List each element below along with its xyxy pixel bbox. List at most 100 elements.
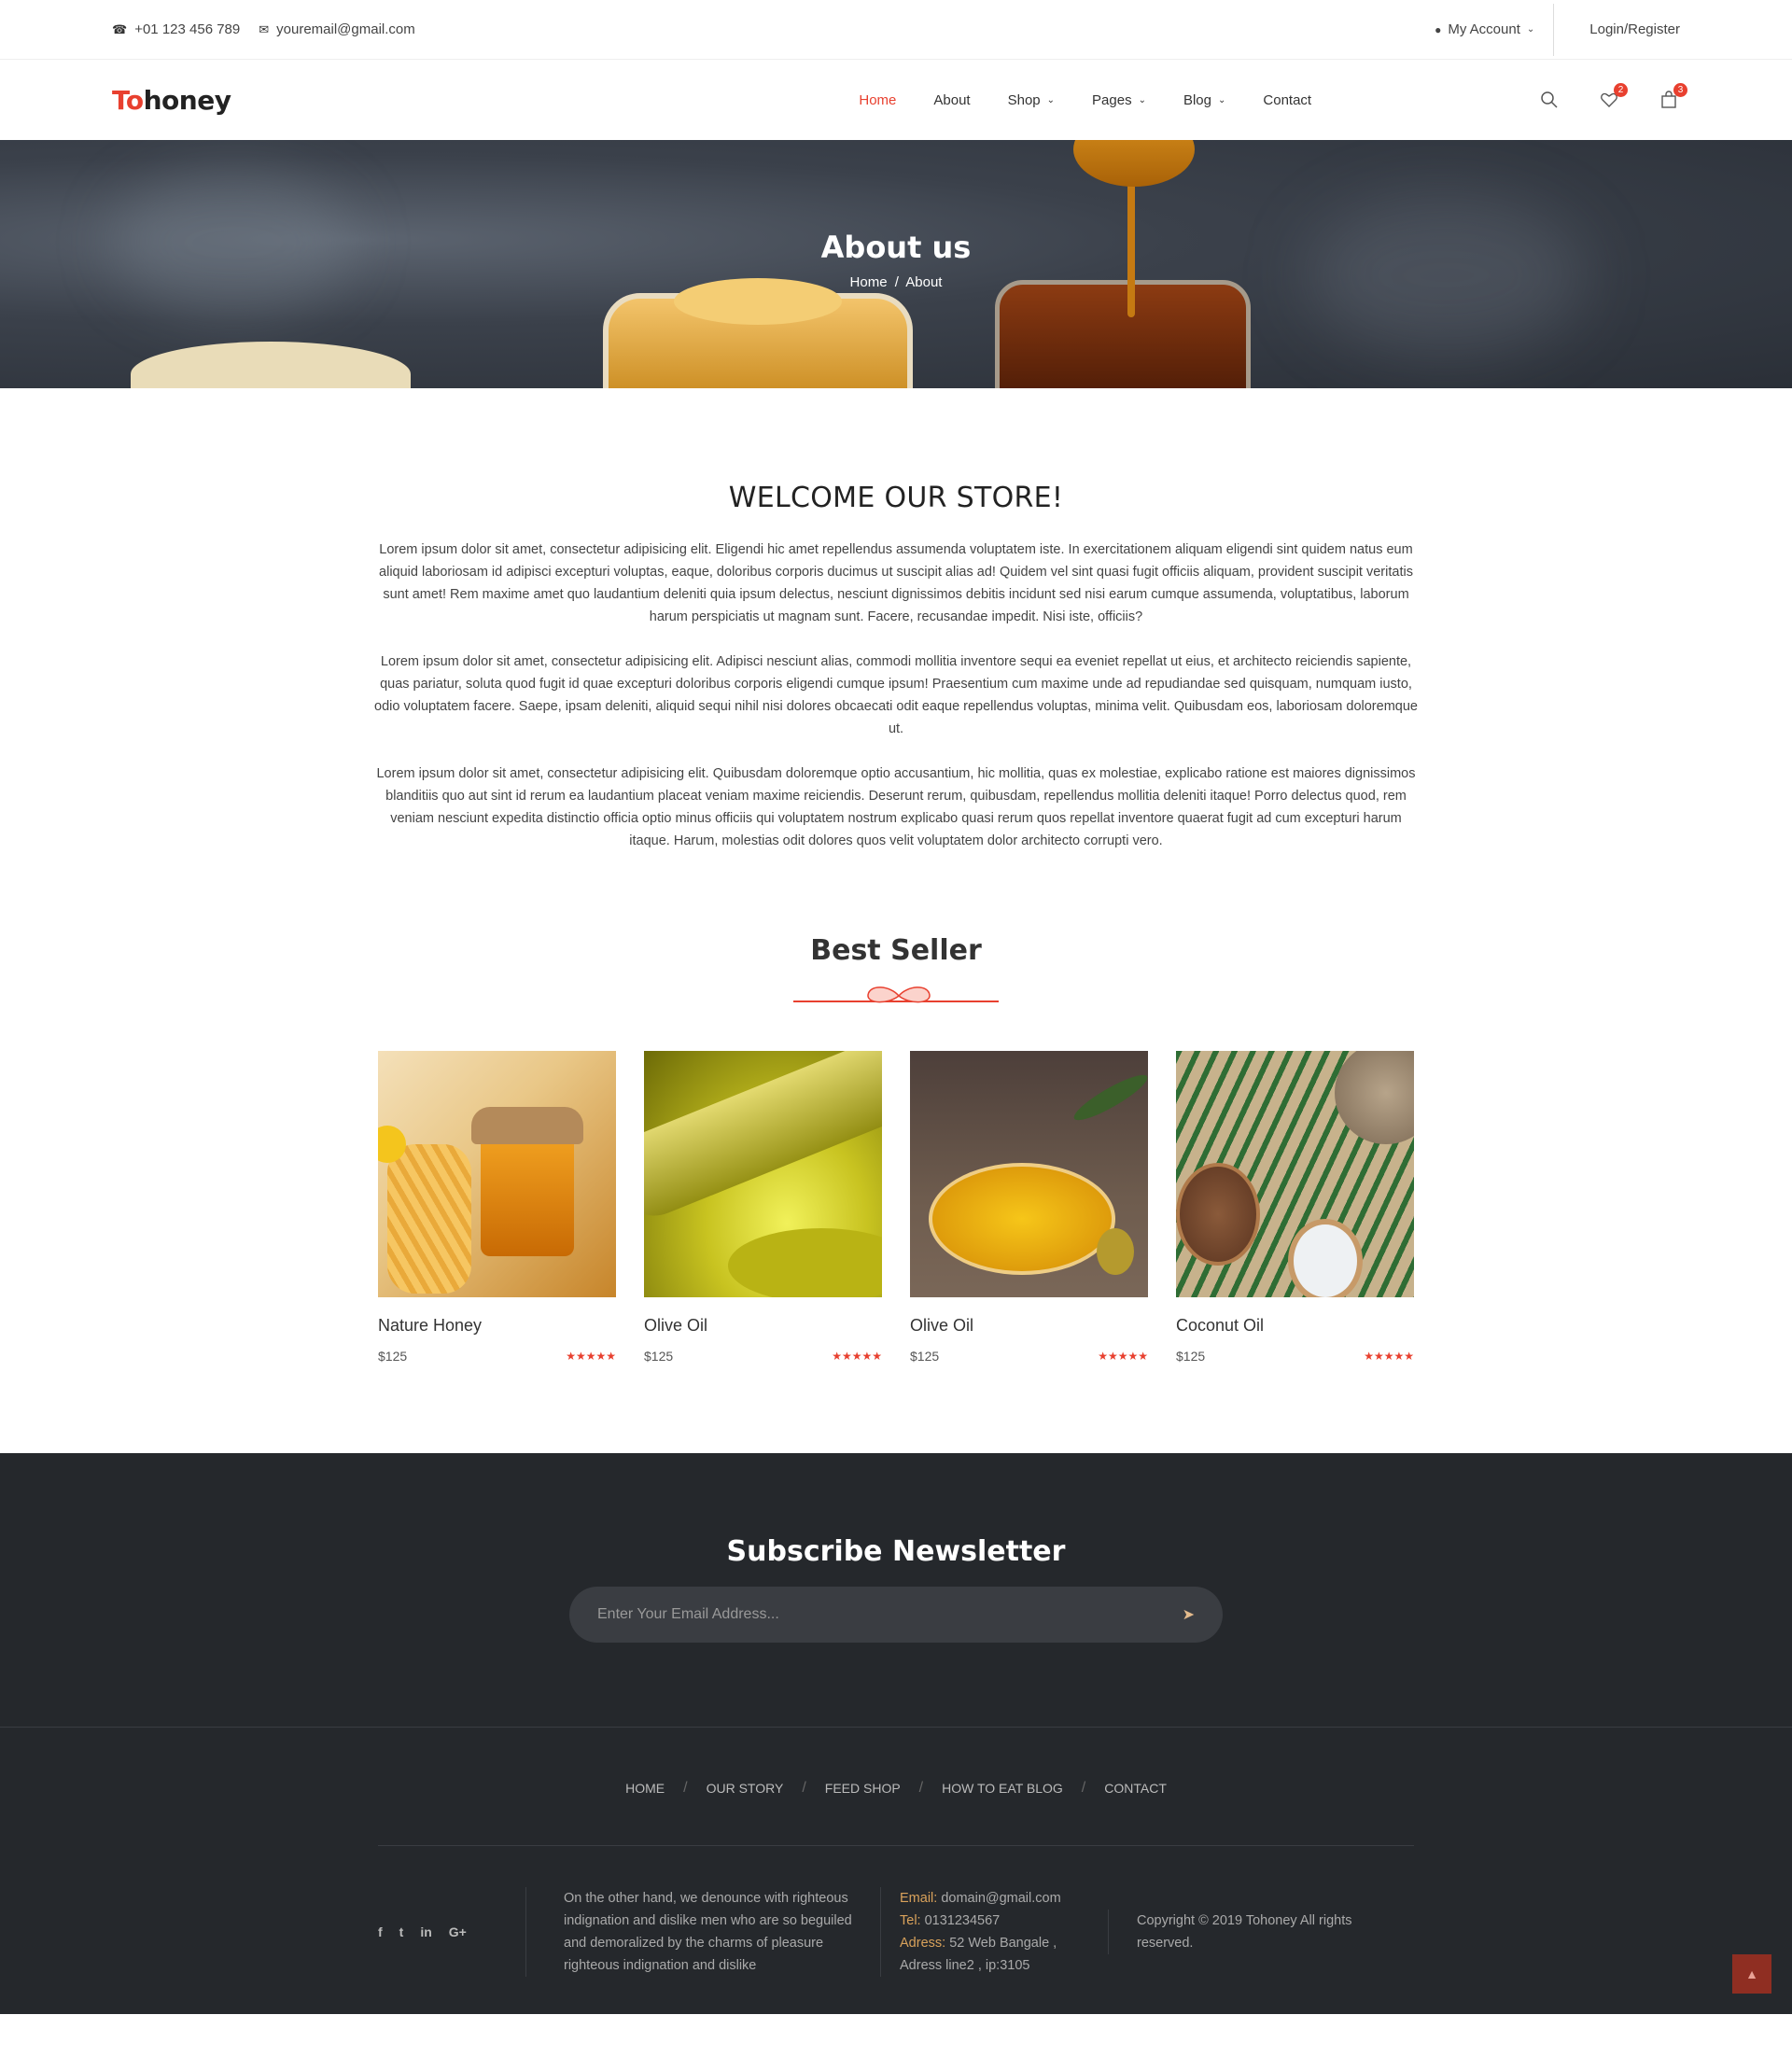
product-grid: Nature Honey $125 ★★★★★ Olive Oil $125 ★… [378,1051,1414,1364]
search-button[interactable] [1538,89,1561,111]
breadcrumb-home[interactable]: Home [850,274,888,290]
product-image[interactable] [910,1051,1148,1297]
product-name[interactable]: Olive Oil [910,1316,1148,1336]
topbar-email: ✉ youremail@gmail.com [259,21,415,37]
footer-nav-home[interactable]: HOME [625,1781,665,1796]
footer-nav-our-story[interactable]: OUR STORY [707,1781,784,1796]
product-price: $125 [644,1349,674,1364]
honey-jar-image [603,278,913,388]
scroll-to-top-button[interactable]: ▲ [1732,1954,1771,1994]
chevron-down-icon: ⌄ [1526,24,1535,35]
email-text: youremail@gmail.com [276,21,415,37]
product-card[interactable]: Olive Oil $125 ★★★★★ [910,1051,1148,1364]
nav-about[interactable]: About [933,92,970,108]
footer-contact: Email: domain@gmail.com Tel: 0131234567 … [880,1887,1108,1977]
footer: HOME / OUR STORY / FEED SHOP / HOW TO EA… [0,1727,1792,2014]
rating-stars-icon: ★★★★★ [1364,1350,1414,1363]
main-nav: Home About Shop ⌄ Pages ⌄ Blog ⌄ Contact [840,92,1330,108]
product-price: $125 [910,1349,940,1364]
linkedin-icon[interactable]: in [420,1924,431,1939]
facebook-icon[interactable]: f [378,1924,383,1939]
logo-part-to: To [112,84,144,116]
bow-ornament-icon [867,987,931,1003]
nav-shop[interactable]: Shop ⌄ [1008,92,1055,108]
send-paper-plane-icon[interactable]: ➤ [1183,1605,1195,1624]
wishlist-button[interactable]: 2 [1598,83,1628,111]
product-name[interactable]: Coconut Oil [1176,1316,1414,1336]
footer-nav-contact[interactable]: CONTACT [1104,1781,1167,1796]
footer-nav-how-to-eat-blog[interactable]: HOW TO EAT BLOG [942,1781,1063,1796]
section-divider [793,978,999,1006]
rating-stars-icon: ★★★★★ [566,1350,616,1363]
product-image[interactable] [1176,1051,1414,1297]
nav-blog[interactable]: Blog ⌄ [1183,92,1225,108]
product-card[interactable]: Nature Honey $125 ★★★★★ [378,1051,616,1364]
page-hero-banner: About us Home / About [0,140,1792,388]
nav-pages-label: Pages [1092,91,1132,108]
my-account-label: My Account [1448,21,1520,37]
tel-label: Tel: [900,1913,921,1928]
welcome-paragraph: Lorem ipsum dolor sit amet, consectetur … [379,542,1413,624]
social-links: f t in G+ [378,1924,525,1939]
chevron-down-icon: ⌄ [1218,94,1226,105]
product-price: $125 [378,1349,408,1364]
footer-divider [378,1845,1414,1846]
main-header: Tohoney Home About Shop ⌄ Pages ⌄ Blog ⌄ Co… [0,60,1792,140]
logo[interactable]: Tohoney [112,85,231,116]
product-price: $125 [1176,1349,1206,1364]
welcome-title: WELCOME OUR STORE! [728,482,1064,514]
envelope-icon: ✉ [259,21,270,36]
my-account-dropdown[interactable]: ● My Account ⌄ [1435,3,1555,56]
nav-home-label: Home [859,91,897,108]
phone-text: +01 123 456 789 [134,21,241,37]
twitter-icon[interactable]: t [399,1924,404,1939]
email-label: Email: [900,1891,938,1906]
honey-dipper-image [1073,140,1195,187]
page-title: About us [820,230,972,265]
rating-stars-icon: ★★★★★ [832,1350,882,1363]
honeycomb-image [131,342,411,388]
product-card[interactable]: Coconut Oil $125 ★★★★★ [1176,1051,1414,1364]
footer-email[interactable]: domain@gmail.com [941,1891,1060,1906]
newsletter-email-input[interactable] [597,1606,1120,1623]
nav-pages[interactable]: Pages ⌄ [1092,92,1146,108]
welcome-paragraph: Lorem ipsum dolor sit amet, consectetur … [374,654,1418,736]
product-card[interactable]: Olive Oil $125 ★★★★★ [644,1051,882,1364]
arrow-up-icon: ▲ [1745,1966,1758,1981]
login-register-link[interactable]: Login/Register [1554,21,1680,37]
welcome-paragraph: Lorem ipsum dolor sit amet, consectetur … [376,766,1416,848]
footer-nav: HOME / OUR STORY / FEED SHOP / HOW TO EA… [625,1780,1167,1796]
product-image[interactable] [644,1051,882,1297]
product-name[interactable]: Olive Oil [644,1316,882,1336]
address-label: Adress: [900,1936,946,1951]
nav-blog-label: Blog [1183,91,1211,108]
topbar-phone: ☎ +01 123 456 789 [112,21,240,37]
nav-contact[interactable]: Contact [1263,92,1311,108]
best-seller-title: Best Seller [810,934,982,967]
chevron-down-icon: ⌄ [1138,94,1146,105]
nav-about-label: About [933,91,971,108]
product-image[interactable] [378,1051,616,1297]
breadcrumb: Home / About [0,274,1792,290]
breadcrumb-current: About [905,274,943,290]
copyright: Copyright © 2019 Tohoney All rights rese… [1108,1910,1379,1954]
cart-button[interactable]: 3 [1658,83,1687,111]
rating-stars-icon: ★★★★★ [1098,1350,1148,1363]
footer-nav-feed-shop[interactable]: FEED SHOP [825,1781,901,1796]
breadcrumb-separator: / [894,274,899,290]
newsletter-title: Subscribe Newsletter [726,1535,1066,1568]
topbar: ☎ +01 123 456 789 ✉ youremail@gmail.com … [0,0,1792,60]
footer-about: On the other hand, we denounce with righ… [525,1887,880,1977]
user-icon: ● [1435,22,1442,36]
wishlist-count-badge: 2 [1613,83,1628,97]
nav-contact-label: Contact [1263,91,1312,108]
product-name[interactable]: Nature Honey [378,1316,616,1336]
google-plus-icon[interactable]: G+ [449,1924,467,1939]
nav-home[interactable]: Home [859,92,896,108]
search-icon [1541,91,1558,108]
logo-part-honey: honey [143,84,231,116]
best-seller-section: Best Seller Nature Honey $125 ★★★★★ Oliv… [0,934,1792,1364]
chevron-down-icon: ⌄ [1046,94,1056,105]
phone-icon: ☎ [112,21,128,36]
newsletter-section: Subscribe Newsletter ➤ [0,1453,1792,1727]
